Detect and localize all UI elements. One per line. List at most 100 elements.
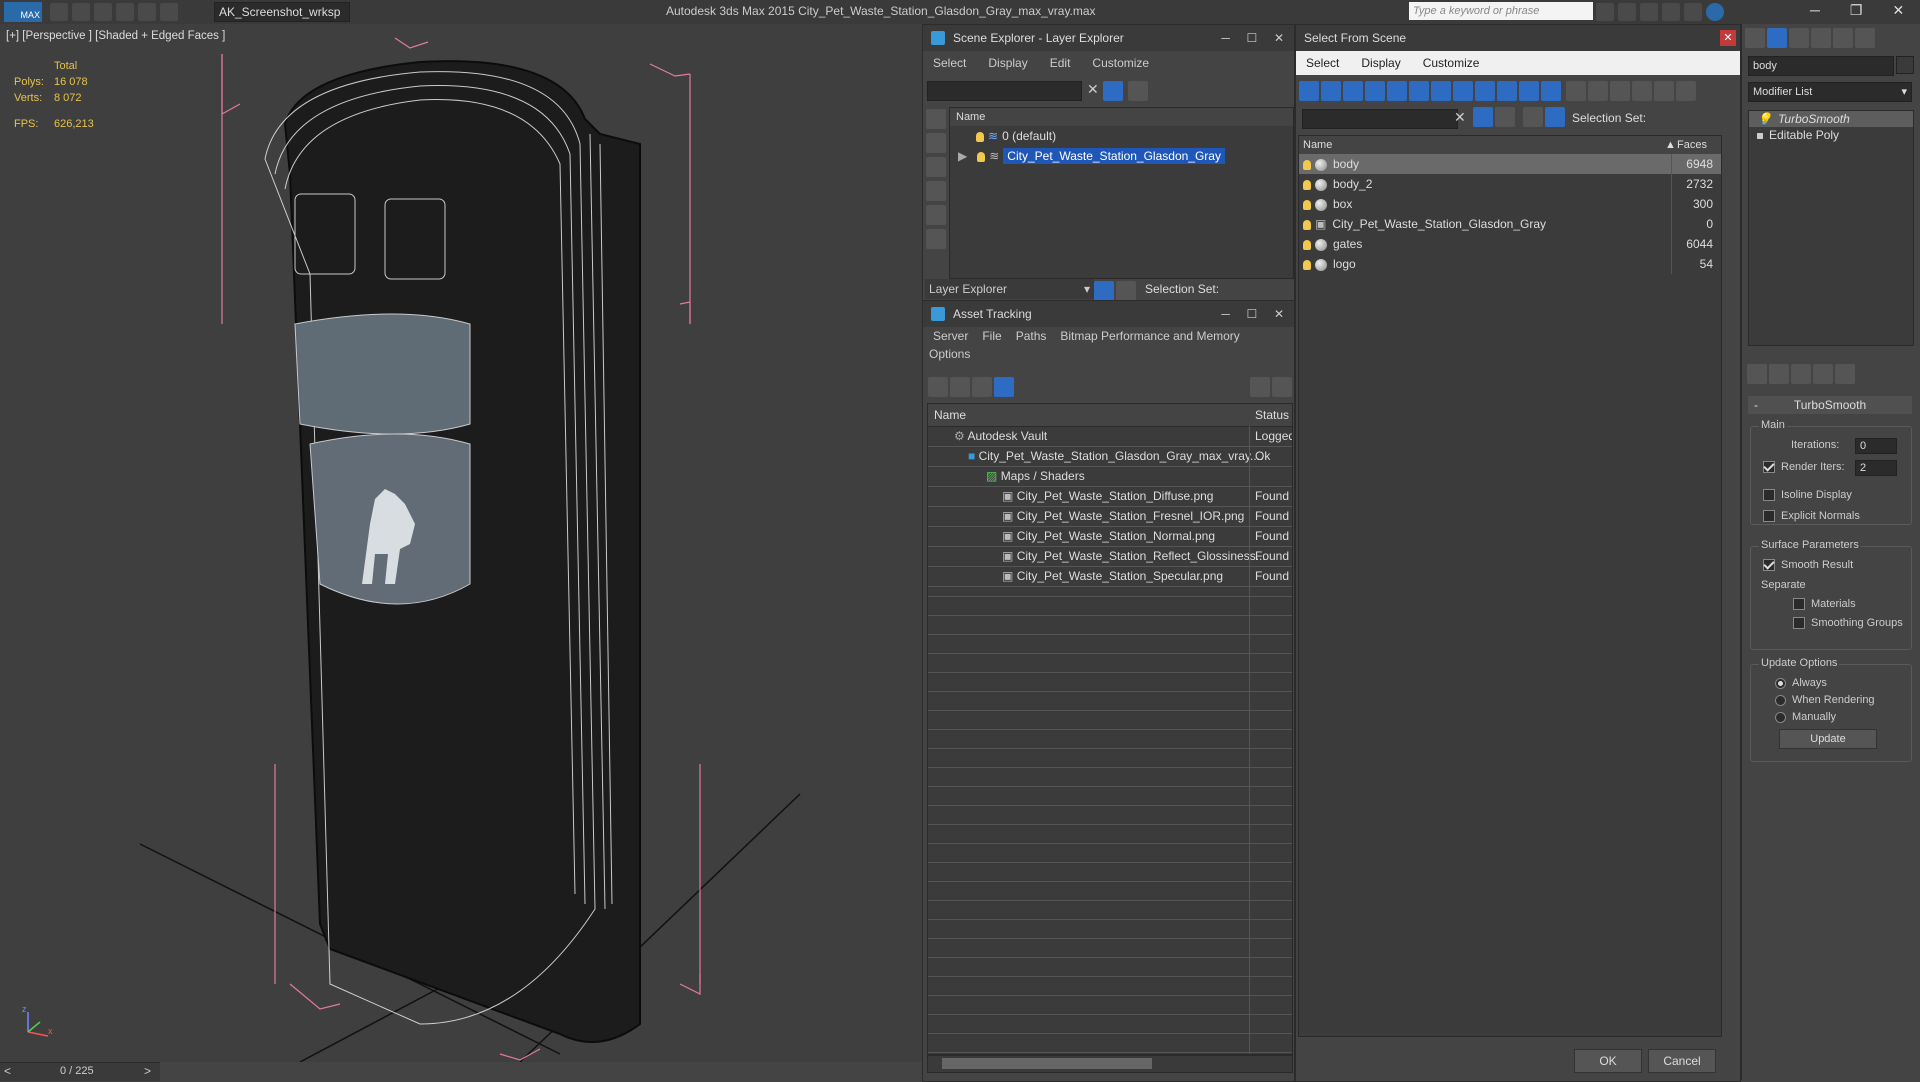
help-icon[interactable] [1250,377,1270,397]
update-button[interactable]: Update [1779,729,1877,749]
asset-row[interactable]: ▣ City_Pet_Waste_Station_Normal.png Found [928,527,1292,547]
filter-funnel-icon[interactable] [1632,81,1653,101]
minimize-icon[interactable]: ─ [1221,31,1230,45]
search-input[interactable]: Type a keyword or phrase [1409,2,1593,20]
horizontal-scrollbar[interactable] [927,1055,1293,1073]
clear-filter-icon[interactable]: ✕ [1454,109,1466,126]
motion-tab-icon[interactable] [1811,28,1831,48]
show-end-result-icon[interactable] [1769,364,1789,384]
tools-icon[interactable] [1618,3,1636,21]
maximize-icon[interactable]: ☐ [1247,31,1258,45]
close-icon[interactable]: ✕ [1892,2,1904,18]
light-bulb-icon[interactable] [1303,259,1311,270]
select-invert-icon[interactable] [1610,81,1631,101]
clear-filter-icon[interactable]: ✕ [1087,81,1099,97]
display-tab-icon[interactable] [1833,28,1853,48]
light-bulb-icon[interactable]: 💡 [1757,112,1772,126]
open-icon[interactable] [72,3,90,21]
groups-filter-icon[interactable] [1431,81,1451,101]
isoline-row[interactable]: Isoline Display [1763,489,1852,502]
collapse-icon[interactable] [1676,81,1697,101]
close-icon[interactable]: ✕ [1274,31,1284,45]
display-geometry-icon[interactable] [926,109,946,129]
time-next-button[interactable]: > [144,1064,151,1078]
bones-filter-icon[interactable] [1475,81,1495,101]
display-lights-icon[interactable] [926,157,946,177]
menu-bitmap-performance[interactable]: Bitmap Performance and Memory [1060,329,1239,343]
select-all-icon[interactable] [1566,81,1587,101]
always-radio[interactable] [1775,677,1786,689]
object-name-field[interactable]: body [1748,56,1894,76]
hidden-filter-icon[interactable] [1541,81,1561,101]
modifier-list-dropdown[interactable]: Modifier List ▾ [1748,82,1912,102]
menu-edit[interactable]: Edit [1050,56,1071,70]
redo-icon[interactable] [138,3,156,21]
scrollbar-thumb[interactable] [942,1058,1152,1069]
light-bulb-icon[interactable] [1303,199,1311,210]
render-iters-spinner[interactable]: 2 [1855,460,1897,476]
scene-explorer-titlebar[interactable]: Scene Explorer - Layer Explorer ─ ☐ ✕ [923,25,1294,51]
render-iters-checkbox[interactable] [1763,461,1775,474]
maximize-icon[interactable]: ☐ [1247,307,1258,321]
list-view-icon[interactable] [950,377,970,397]
workspace-dropdown[interactable]: AK_Screenshot_wrksp [214,2,350,22]
when-rendering-row[interactable]: When Rendering [1775,694,1875,706]
make-unique-icon[interactable] [1791,364,1811,384]
lights-filter-icon[interactable] [1343,81,1363,101]
object-row[interactable]: body 6948 [1299,154,1721,174]
configure-sets-icon[interactable] [1835,364,1855,384]
asset-row[interactable]: ▨ Maps / Shaders [928,467,1292,487]
helpers-filter-icon[interactable] [1387,81,1407,101]
col-faces-header[interactable]: Faces [1677,136,1707,154]
explicit-normals-checkbox[interactable] [1763,510,1775,523]
display-cameras-icon[interactable] [926,181,946,201]
render-iters-row[interactable]: Render Iters: [1763,461,1845,474]
col-name-header[interactable]: Name [1303,136,1332,154]
menu-options[interactable]: Options [929,347,970,361]
hierarchy-tab-icon[interactable] [1789,28,1809,48]
project-icon[interactable] [160,3,178,21]
materials-row[interactable]: Materials [1793,598,1856,611]
frozen-filter-icon[interactable] [1519,81,1539,101]
filter-icon[interactable] [1103,81,1124,101]
light-bulb-icon[interactable] [1303,159,1311,170]
close-icon[interactable]: ✕ [1274,307,1284,321]
xrefs-filter-icon[interactable] [1453,81,1473,101]
asset-tracking-titlebar[interactable]: Asset Tracking ─ ☐ ✕ [923,301,1294,327]
menu-file[interactable]: File [982,329,1001,343]
remove-modifier-icon[interactable] [1813,364,1833,384]
help-icon[interactable] [1706,3,1724,21]
object-row[interactable]: body_2 2732 [1299,174,1721,194]
scene-explorer-filter-input[interactable] [927,81,1082,101]
object-row[interactable]: logo 54 [1299,254,1721,274]
select-filter-input[interactable] [1302,109,1458,129]
geometry-filter-icon[interactable] [1299,81,1319,101]
layer-tools-icon[interactable] [1128,81,1149,101]
cancel-button[interactable]: Cancel [1648,1049,1716,1073]
new-icon[interactable] [50,3,68,21]
stack-item-turbosmooth[interactable]: 💡 TurboSmooth [1749,111,1913,127]
filter-icon[interactable] [1473,107,1493,127]
star-icon[interactable] [1662,3,1680,21]
viewport-label[interactable]: [+] [Perspective ] [Shaded + Edged Faces… [6,30,225,42]
hierarchy-icon[interactable] [1116,281,1136,301]
shapes-filter-icon[interactable] [1321,81,1341,101]
spacewarps-filter-icon[interactable] [1409,81,1429,101]
modify-tab-icon[interactable] [1767,28,1787,48]
app-logo[interactable]: MAX [4,2,42,22]
time-slider[interactable]: < 0 / 225 > [0,1062,160,1081]
save-icon[interactable] [94,3,112,21]
highlight-icon[interactable] [1495,107,1515,127]
light-bulb-icon[interactable] [1303,179,1311,190]
col-name-header[interactable]: Name [934,404,966,426]
col-status-header[interactable]: Status [1255,404,1289,426]
menu-display[interactable]: Display [988,56,1027,70]
manually-row[interactable]: Manually [1775,711,1836,723]
select-from-scene-titlebar[interactable]: Select From Scene ✕ [1296,25,1740,51]
iterations-spinner[interactable]: 0 [1855,438,1897,454]
manually-radio[interactable] [1775,711,1786,723]
object-row[interactable]: ▣ City_Pet_Waste_Station_Glasdon_Gray 0 [1299,214,1721,234]
menu-server[interactable]: Server [933,329,968,343]
minimize-icon[interactable]: ─ [1810,2,1820,18]
display-helpers-icon[interactable] [926,205,946,225]
